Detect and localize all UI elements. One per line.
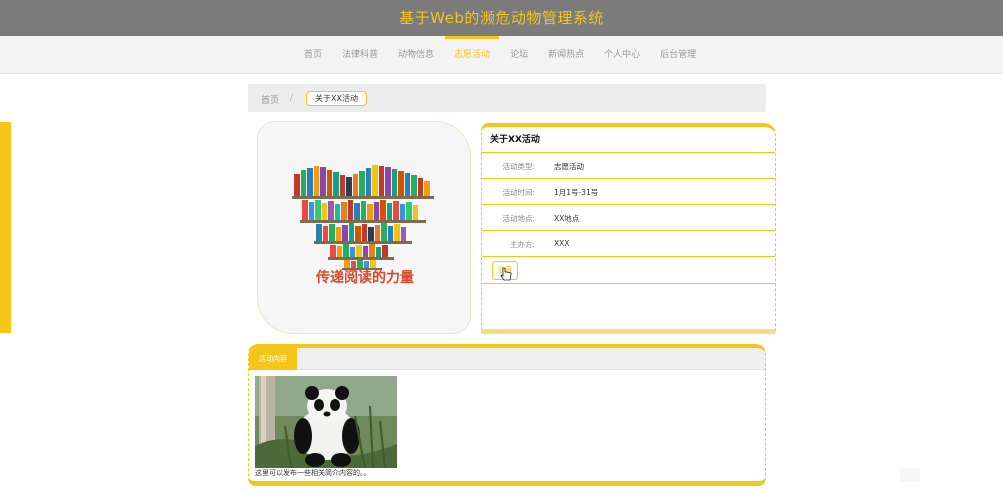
breadcrumb-home[interactable]: 首页 — [261, 93, 279, 106]
info-value: XX地点 — [554, 214, 580, 223]
nav-item-volunteer[interactable]: 志愿活动 — [445, 36, 500, 74]
activity-title: 关于XX活动 — [482, 127, 775, 153]
nav-item-animals[interactable]: 动物信息 — [389, 36, 443, 74]
info-label: 主办方: — [509, 240, 535, 249]
info-row-time: 活动时间: 1月1号-31号 — [482, 179, 775, 205]
tab-activity-content[interactable]: 活动内容 — [249, 348, 297, 370]
info-label: 活动地点: — [502, 214, 535, 223]
nav-item-news[interactable]: 新闻热点 — [539, 36, 593, 74]
site-header: 基于Web的濒危动物管理系统 — [0, 0, 1003, 36]
action-row: 收藏 — [482, 257, 775, 284]
activity-content-panel: 活动内容 这里可以发布一些相关简介内容的。。 — [248, 344, 766, 486]
content-description: 这里可以发布一些相关简介内容的。。 — [255, 469, 371, 477]
bookshelf-heart-illustration: 传递阅读的力量 — [292, 165, 434, 286]
breadcrumb-separator: / — [290, 93, 294, 103]
pointer-cursor-icon — [500, 267, 512, 281]
site-title: 基于Web的濒危动物管理系统 — [399, 9, 604, 27]
main-nav: 首页 法律科普 动物信息 志愿活动 论坛 新闻热点 个人中心 后台管理 — [0, 36, 1003, 74]
info-row-type: 活动类型: 志愿活动 — [482, 153, 775, 179]
info-value: 志愿活动 — [554, 162, 584, 171]
nav-item-law[interactable]: 法律科普 — [333, 36, 387, 74]
info-label: 活动时间: — [502, 188, 535, 197]
panda-photo — [255, 376, 397, 468]
breadcrumb-current: 关于XX活动 — [306, 91, 367, 106]
left-accent-bar — [0, 122, 11, 333]
nav-item-home[interactable]: 首页 — [295, 36, 331, 74]
info-value: XXX — [554, 239, 570, 248]
info-row-organizer: 主办方: XXX — [482, 231, 775, 257]
cover-slogan: 传递阅读的力量 — [315, 269, 414, 286]
content-tabbar: 活动内容 — [249, 348, 765, 370]
nav-item-admin[interactable]: 后台管理 — [651, 36, 705, 74]
info-row-location: 活动地点: XX地点 — [482, 205, 775, 231]
info-value: 1月1号-31号 — [554, 188, 599, 197]
info-label: 活动类型: — [502, 162, 535, 171]
breadcrumb: 首页 / 关于XX活动 — [248, 84, 766, 112]
activity-cover-image: 传递阅读的力量 — [257, 121, 471, 334]
nav-item-forum[interactable]: 论坛 — [501, 36, 537, 74]
nav-item-profile[interactable]: 个人中心 — [595, 36, 649, 74]
activity-info-panel: 关于XX活动 活动类型: 志愿活动 活动时间: 1月1号-31号 活动地点: X… — [481, 123, 776, 334]
corner-watermark — [900, 468, 920, 482]
